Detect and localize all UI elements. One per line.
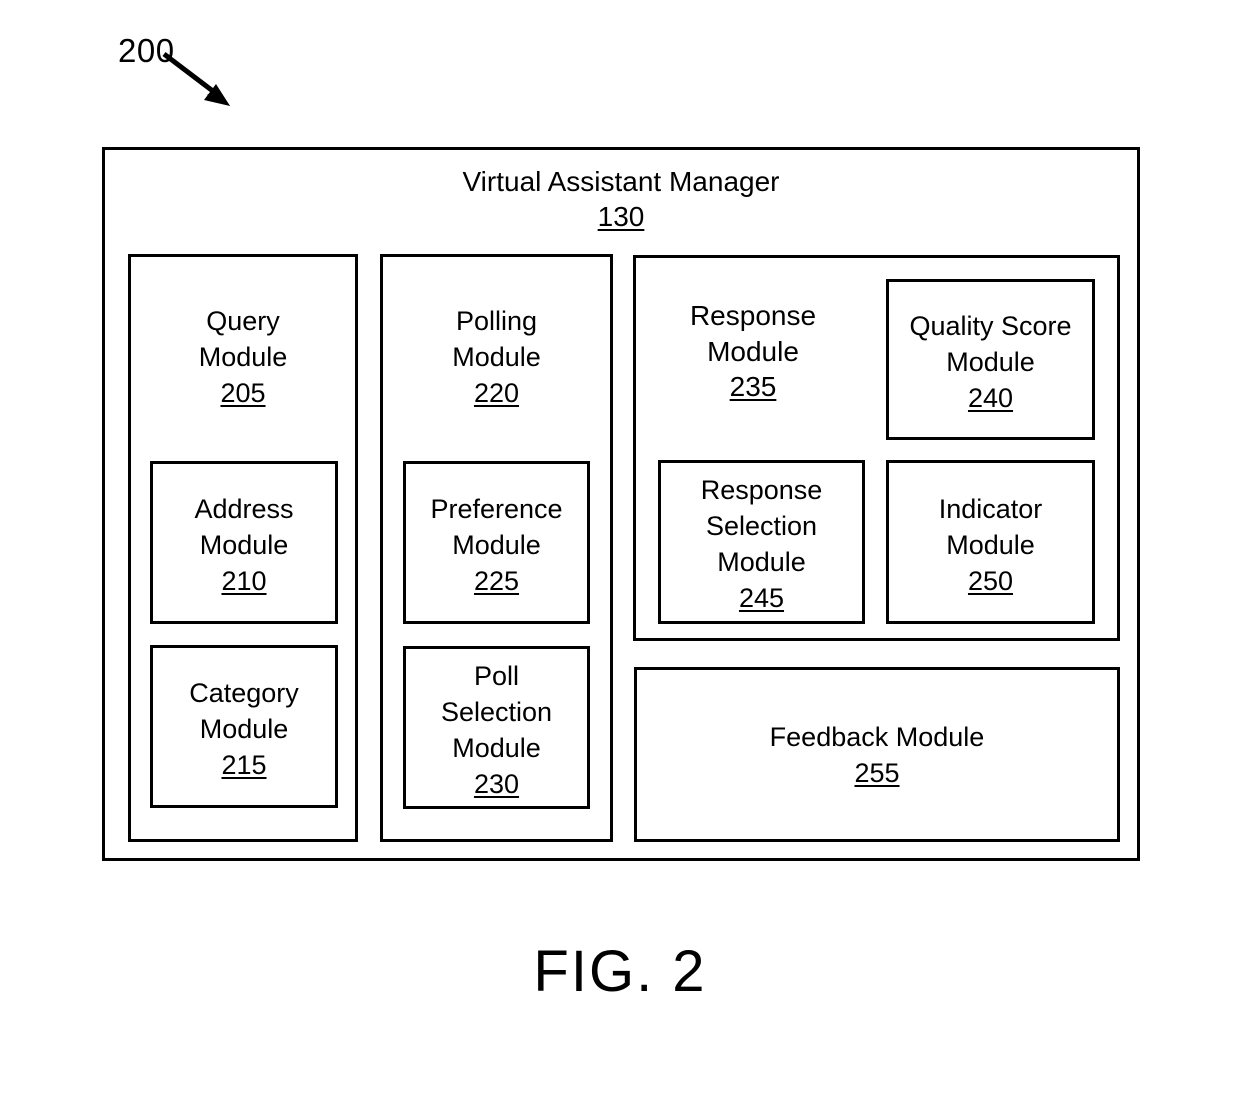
- poll-selection-module-label-line2: Selection: [440, 697, 553, 727]
- manager-reference-number: 130: [597, 201, 645, 232]
- address-module-reference-number: 210: [221, 566, 267, 596]
- manager-title-block: Virtual Assistant Manager 130: [105, 164, 1137, 234]
- category-module-label-line2: Module: [199, 714, 289, 744]
- category-module-label-line1: Category: [189, 678, 299, 708]
- response-selection-module-reference-number: 245: [738, 583, 785, 613]
- address-module-label-line1: Address: [194, 494, 294, 524]
- preference-module-box: Preference Module 225: [403, 461, 590, 624]
- manager-title: Virtual Assistant Manager: [462, 166, 780, 197]
- response-module-reference-number: 235: [729, 371, 777, 402]
- indicator-module-reference-number: 250: [967, 566, 1014, 596]
- quality-score-module-reference-number: 240: [967, 383, 1014, 413]
- response-selection-module-label-line3: Module: [717, 547, 806, 577]
- category-module-reference-number: 215: [221, 750, 267, 780]
- feedback-module-reference-number: 255: [854, 758, 900, 788]
- polling-module-reference-number: 220: [473, 378, 520, 408]
- response-module-label-block: Response Module 235: [633, 298, 873, 404]
- response-selection-module-label-line2: Selection: [705, 511, 818, 541]
- indicator-module-label-line2: Module: [946, 530, 1035, 560]
- category-module-box: Category Module 215: [150, 645, 338, 808]
- address-module-label-line2: Module: [199, 530, 289, 560]
- virtual-assistant-manager-container: Virtual Assistant Manager 130 Query Modu…: [102, 147, 1140, 861]
- preference-module-reference-number: 225: [473, 566, 520, 596]
- poll-selection-module-reference-number: 230: [473, 769, 520, 799]
- response-selection-module-label-line1: Response: [700, 475, 823, 505]
- response-module-label-line2: Module: [707, 336, 799, 367]
- preference-module-label-line1: Preference: [430, 494, 563, 524]
- feedback-module-label: Feedback Module: [769, 722, 985, 752]
- diagonal-arrow-down-right-icon: [162, 52, 230, 106]
- polling-module-label-line2: Module: [452, 342, 541, 372]
- address-module-box: Address Module 210: [150, 461, 338, 624]
- polling-module-label-line1: Polling: [455, 306, 538, 336]
- poll-selection-module-label-line3: Module: [452, 733, 541, 763]
- quality-score-module-box: Quality Score Module 240: [886, 279, 1095, 440]
- query-module-label-line1: Query: [206, 306, 280, 336]
- figure-caption: FIG. 2: [533, 939, 707, 1004]
- query-module-reference-number: 205: [220, 378, 266, 408]
- poll-selection-module-label-line1: Poll: [473, 661, 520, 691]
- preference-module-label-line2: Module: [452, 530, 541, 560]
- quality-score-module-label-line1: Quality Score: [909, 311, 1072, 341]
- response-module-label-line1: Response: [689, 300, 817, 331]
- feedback-module-box: Feedback Module 255: [634, 667, 1120, 842]
- poll-selection-module-box: Poll Selection Module 230: [403, 646, 590, 809]
- response-selection-module-box: Response Selection Module 245: [658, 460, 865, 624]
- query-module-label-line2: Module: [198, 342, 288, 372]
- indicator-module-label-line1: Indicator: [938, 494, 1043, 524]
- indicator-module-box: Indicator Module 250: [886, 460, 1095, 624]
- quality-score-module-label-line2: Module: [946, 347, 1035, 377]
